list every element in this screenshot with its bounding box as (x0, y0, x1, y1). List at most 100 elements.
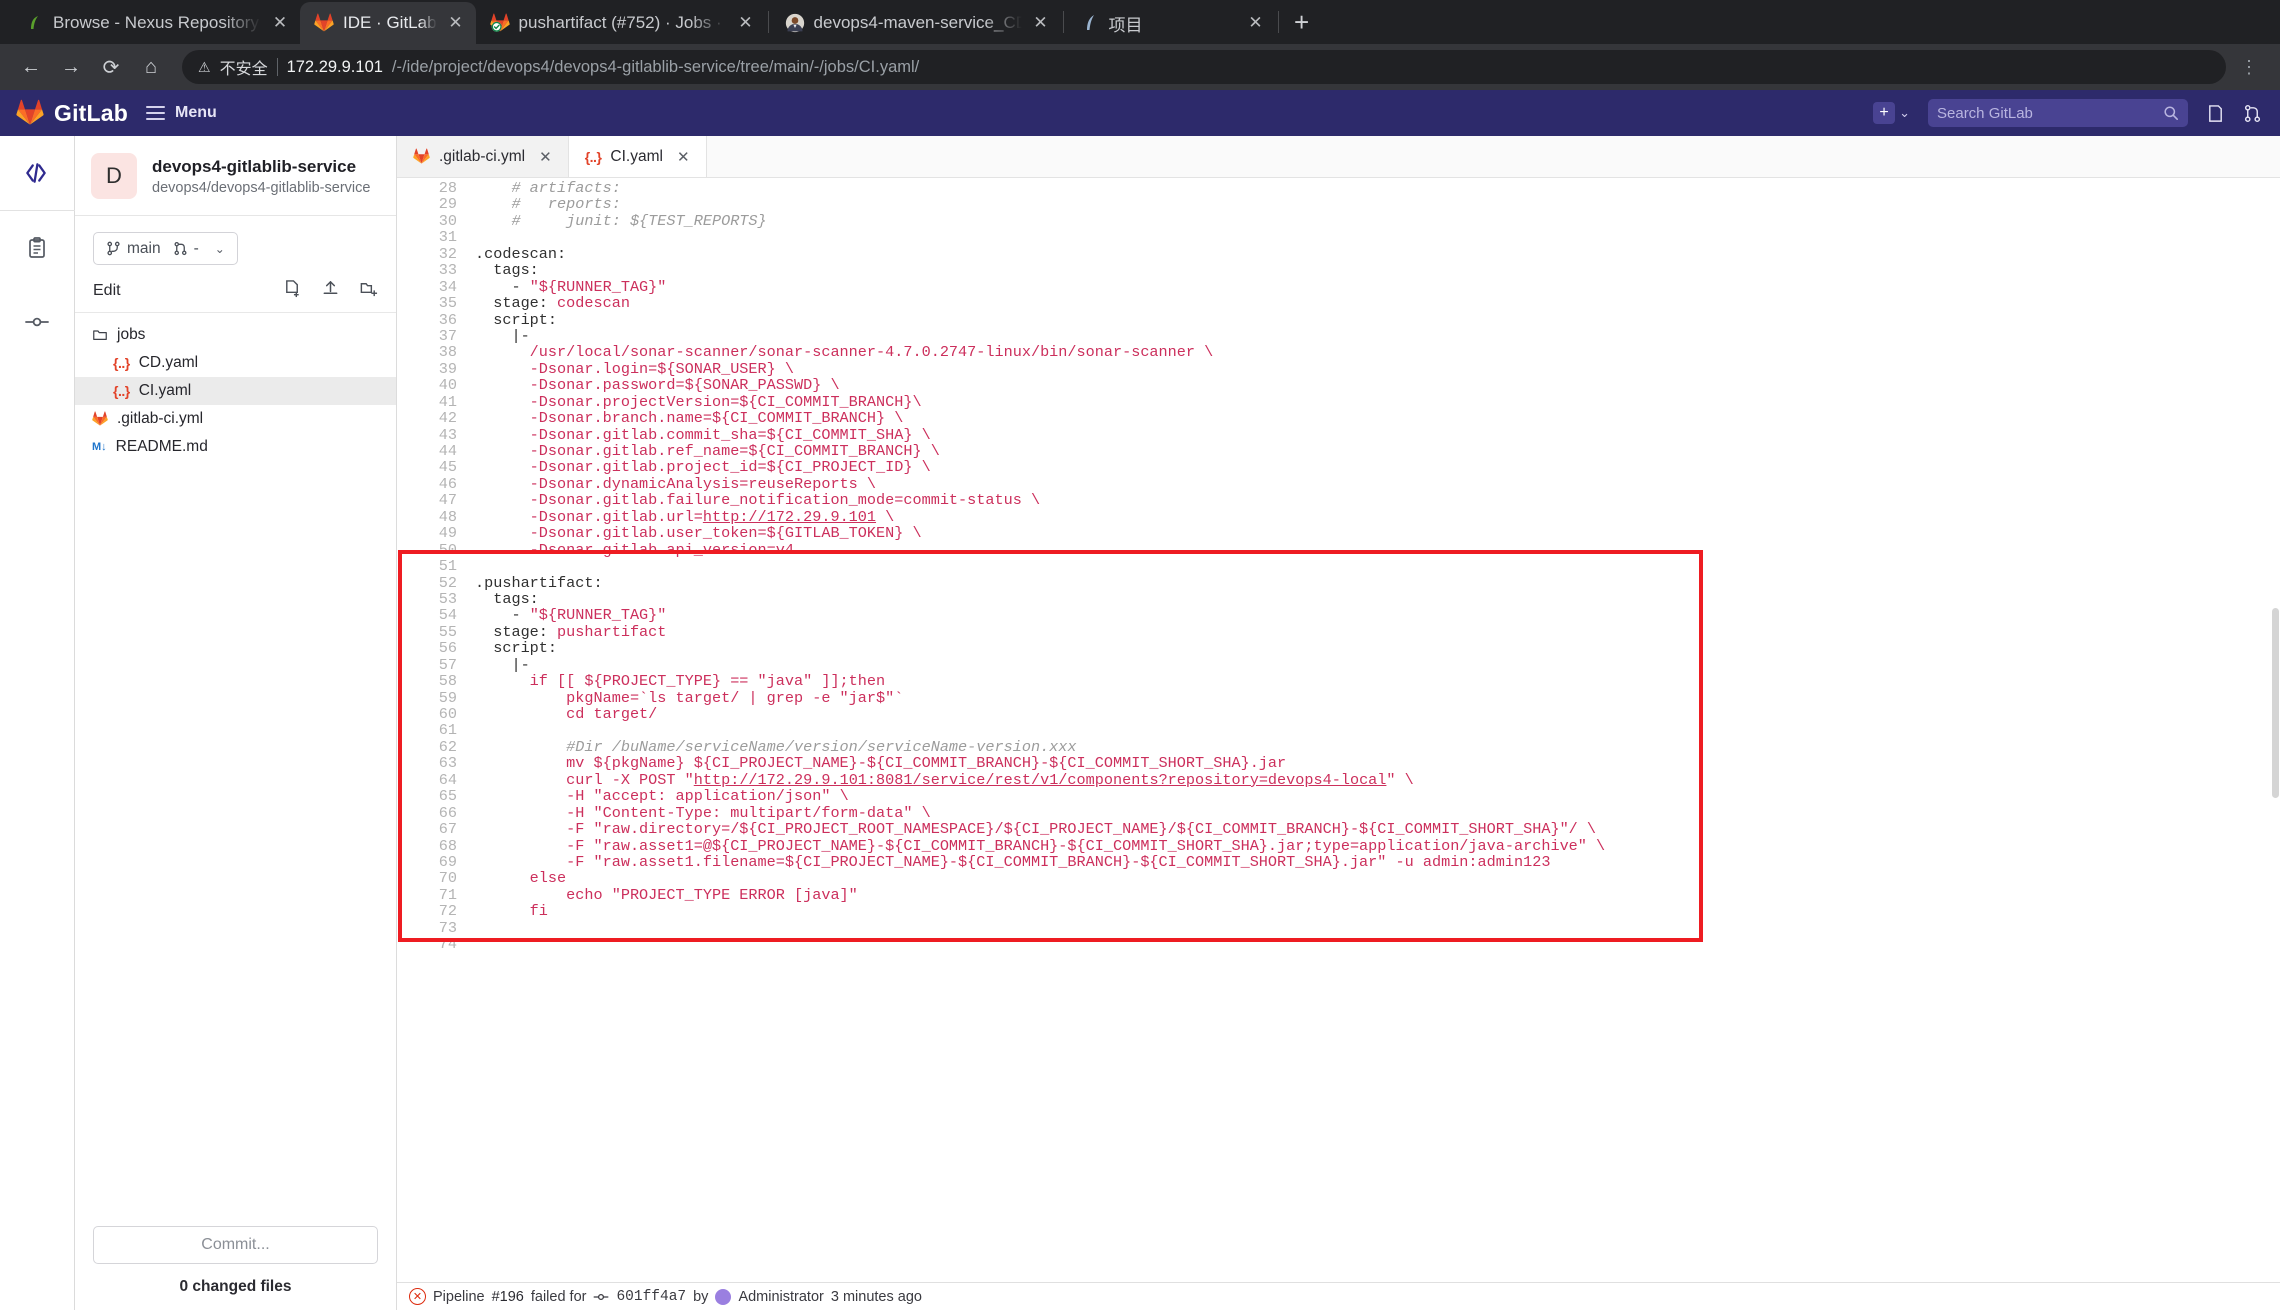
new-file-icon[interactable] (283, 279, 302, 303)
code-line[interactable]: 56 script: (397, 640, 2280, 657)
code-line[interactable]: 31 (397, 229, 2280, 246)
commit-button[interactable]: Commit... (93, 1226, 378, 1264)
browser-tab-project-cn[interactable]: 项目 ✕ (1066, 2, 1276, 44)
code-line[interactable]: 48 -Dsonar.gitlab.url=http://172.29.9.10… (397, 508, 2280, 526)
code-line[interactable]: 54 - "${RUNNER_TAG}" (397, 607, 2280, 624)
code-line[interactable]: 74 (397, 936, 2280, 953)
tree-item-readme-md[interactable]: M↓ README.md (75, 433, 396, 461)
address-bar[interactable]: ⚠ 不安全 172.29.9.101 /-/ide/project/devops… (182, 50, 2226, 84)
code-line[interactable]: 64 curl -X POST "http://172.29.9.101:808… (397, 771, 2280, 789)
code-line[interactable]: 72 fi (397, 903, 2280, 920)
code-line[interactable]: 46 -Dsonar.dynamicAnalysis=reuseReports … (397, 475, 2280, 492)
code-line[interactable]: 40 -Dsonar.password=${SONAR_PASSWD} \ (397, 377, 2280, 394)
code-line[interactable]: 51 (397, 558, 2280, 575)
code-line[interactable]: 43 -Dsonar.gitlab.commit_sha=${CI_COMMIT… (397, 426, 2280, 443)
scrollbar-thumb[interactable] (2272, 608, 2279, 798)
code-line[interactable]: 34 - "${RUNNER_TAG}" (397, 278, 2280, 295)
branch-selector[interactable]: main - ⌄ (93, 232, 238, 265)
forward-button[interactable]: → (54, 50, 88, 84)
code-line[interactable]: 47 -Dsonar.gitlab.failure_notification_m… (397, 492, 2280, 509)
tree-item-cd-yaml[interactable]: {..} CD.yaml (75, 349, 396, 377)
code-line[interactable]: 44 -Dsonar.gitlab.ref_name=${CI_COMMIT_B… (397, 443, 2280, 460)
code-line[interactable]: 29 # reports: (397, 196, 2280, 213)
code-line[interactable]: 73 (397, 919, 2280, 936)
line-number: 66 (438, 803, 457, 822)
code-line[interactable]: 49 -Dsonar.gitlab.user_token=${GITLAB_TO… (397, 525, 2280, 542)
tree-item-gitlab-ci-yml[interactable]: .gitlab-ci.yml (75, 405, 396, 433)
close-icon[interactable]: ✕ (677, 148, 690, 166)
code-line[interactable]: 38 /usr/local/sonar-scanner/sonar-scanne… (397, 344, 2280, 361)
tab-close-icon[interactable]: ✕ (1031, 13, 1051, 33)
code-line[interactable]: 65 -H "accept: application/json" \ (397, 788, 2280, 805)
code-line[interactable]: 67 -F "raw.directory=/${CI_PROJECT_ROOT_… (397, 821, 2280, 838)
new-tab-button[interactable]: + (1281, 1, 1323, 43)
tab-close-icon[interactable]: ✕ (270, 13, 290, 33)
code-line[interactable]: 61 (397, 722, 2280, 739)
browser-tab-pushartifact-job[interactable]: pushartifact (#752) · Jobs · dev ✕ (476, 2, 766, 44)
pipeline-id-link[interactable]: #196 (492, 1289, 524, 1305)
tab-close-icon[interactable]: ✕ (446, 13, 466, 33)
code-line[interactable]: 35 stage: codescan (397, 295, 2280, 312)
code-token: stage: (475, 622, 558, 641)
rail-item-commit-history[interactable] (0, 285, 75, 359)
code-line[interactable]: 69 -F "raw.asset1.filename=${CI_PROJECT_… (397, 853, 2280, 870)
code-line[interactable]: 55 stage: pushartifact (397, 622, 2280, 641)
code-line[interactable]: 66 -H "Content-Type: multipart/form-data… (397, 803, 2280, 822)
tree-item-ci-yaml[interactable]: {..} CI.yaml (75, 377, 396, 405)
code-editor[interactable]: 28 # artifacts: 29 # reports: 30 # junit: … (397, 178, 2280, 1282)
merge-requests-button[interactable] (2243, 104, 2262, 123)
code-line[interactable]: 45 -Dsonar.gitlab.project_id=${CI_PROJEC… (397, 459, 2280, 476)
issues-button[interactable] (2206, 104, 2225, 123)
new-folder-icon[interactable] (359, 279, 378, 303)
code-token: tags: (475, 589, 539, 608)
code-link[interactable]: http://172.29.9.101 (703, 508, 876, 526)
author-name[interactable]: Administrator (738, 1289, 823, 1305)
code-line[interactable]: 41 -Dsonar.projectVersion=${CI_COMMIT_BR… (397, 393, 2280, 410)
reload-button[interactable]: ⟳ (94, 50, 128, 84)
code-line[interactable]: 70 else (397, 870, 2280, 887)
commit-sha-link[interactable]: 601ff4a7 (616, 1289, 686, 1305)
gitlab-home-link[interactable]: GitLab (16, 99, 128, 127)
editor-tab-ci-yaml[interactable]: {..} CI.yaml ✕ (568, 136, 707, 177)
browser-tab-ide-gitlab[interactable]: IDE · GitLab ✕ (300, 2, 476, 44)
code-line[interactable]: 52 .pushartifact: (397, 574, 2280, 591)
code-line[interactable]: 53 tags: (397, 589, 2280, 608)
code-line[interactable]: 60 cd target/ (397, 706, 2280, 723)
code-line[interactable]: 33 tags: (397, 262, 2280, 279)
upload-icon[interactable] (321, 279, 340, 303)
tab-close-icon[interactable]: ✕ (736, 13, 756, 33)
code-content[interactable]: 28 # artifacts: 29 # reports: 30 # junit: … (397, 178, 2280, 953)
code-line[interactable]: 50 -Dsonar.gitlab.api_version=v4 (397, 541, 2280, 558)
code-line[interactable]: 39 -Dsonar.login=${SONAR_USER} \ (397, 360, 2280, 377)
code-line[interactable]: 63 mv ${pkgName} ${CI_PROJECT_NAME}-${CI… (397, 755, 2280, 772)
code-line[interactable]: 32 .codescan: (397, 245, 2280, 262)
browser-tabstrip: Browse - Nexus Repository Ma ✕ IDE · Git… (0, 0, 2280, 44)
browser-tab-nexus[interactable]: Browse - Nexus Repository Ma ✕ (10, 2, 300, 44)
code-line[interactable]: 42 -Dsonar.branch.name=${CI_COMMIT_BRANC… (397, 410, 2280, 427)
code-line[interactable]: 37 |- (397, 327, 2280, 344)
code-line[interactable]: 30 # junit: ${TEST_REPORTS} (397, 212, 2280, 229)
code-link[interactable]: http://172.29.9.101:8081/service/rest/v1… (694, 771, 1387, 789)
tab-close-icon[interactable]: ✕ (1246, 13, 1266, 33)
code-line[interactable]: 28 # artifacts: (397, 180, 2280, 197)
code-line[interactable]: 62 #Dir /buName/serviceName/version/serv… (397, 738, 2280, 755)
code-line[interactable]: 57 |- (397, 656, 2280, 673)
code-line[interactable]: 58 if [[ ${PROJECT_TYPE} == "java" ]];th… (397, 673, 2280, 690)
browser-tab-maven-service-cd[interactable]: devops4-maven-service_CD # ✕ (771, 2, 1061, 44)
editor-scrollbar[interactable] (2271, 178, 2280, 1282)
close-icon[interactable]: ✕ (539, 148, 552, 166)
code-line[interactable]: 71 echo "PROJECT_TYPE ERROR [java]" (397, 886, 2280, 903)
editor-tab-gitlab-ci-yml[interactable]: .gitlab-ci.yml ✕ (397, 136, 569, 177)
rail-item-edit-code[interactable] (0, 136, 75, 210)
rail-item-review[interactable] (0, 211, 75, 285)
code-line[interactable]: 36 script: (397, 311, 2280, 328)
code-line[interactable]: 59 pkgName=`ls target/ | grep -e "jar$"` (397, 689, 2280, 706)
tree-item-jobs[interactable]: jobs (75, 321, 396, 349)
browser-menu-button[interactable]: ⋮ (2232, 50, 2266, 84)
gitlab-menu-button[interactable]: Menu (146, 104, 217, 122)
back-button[interactable]: ← (14, 50, 48, 84)
search-input[interactable]: Search GitLab (1928, 99, 2188, 127)
code-line[interactable]: 68 -F "raw.asset1=@${CI_PROJECT_NAME}-${… (397, 837, 2280, 854)
home-button[interactable]: ⌂ (134, 50, 168, 84)
new-item-dropdown[interactable]: + ⌄ (1873, 102, 1910, 124)
